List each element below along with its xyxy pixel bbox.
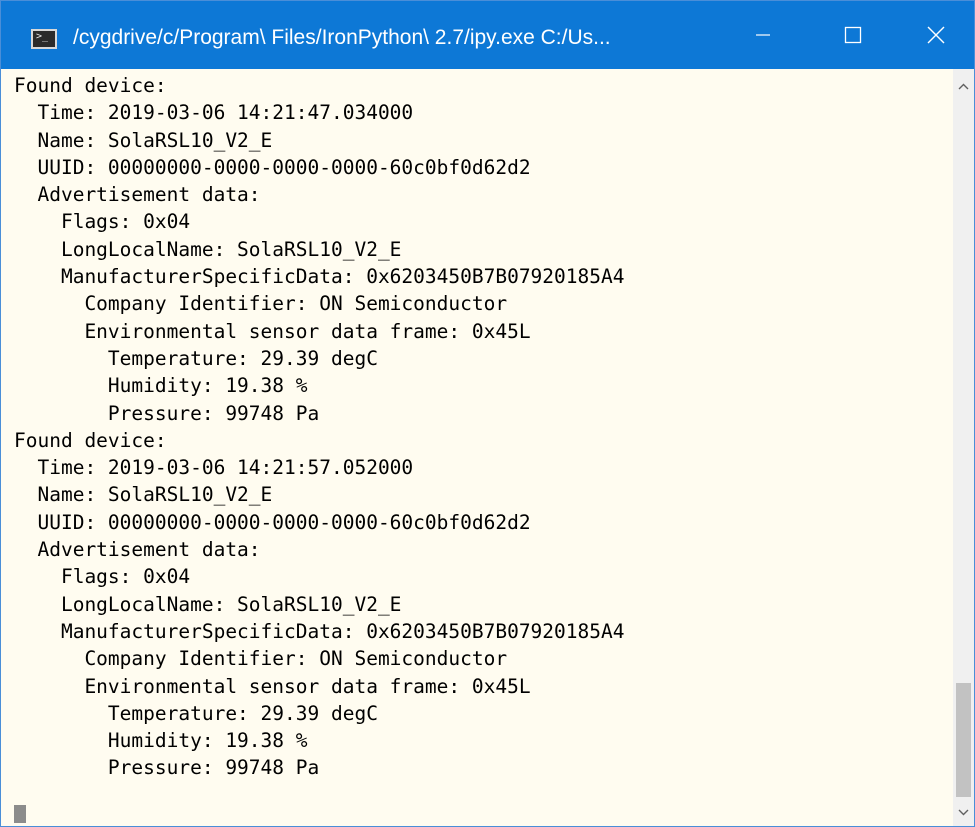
maximize-icon — [844, 26, 862, 44]
console-line: Name: SolaRSL10_V2_E — [14, 128, 273, 152]
console-output: Found device: Time: 2019-03-06 14:21:47.… — [14, 72, 624, 782]
scroll-up-arrow-icon — [958, 83, 969, 89]
console-window: >_ /cygdrive/c/Program\ Files/IronPython… — [0, 0, 975, 827]
text-cursor — [14, 805, 26, 823]
minimize-button[interactable] — [717, 1, 809, 69]
console-line: Found device: — [14, 74, 167, 97]
scroll-down-arrow-icon — [958, 809, 969, 815]
console-line: Advertisement data: — [14, 183, 261, 207]
console-line: Company Identifier: ON Semiconductor — [14, 647, 508, 671]
maximize-button[interactable] — [807, 1, 899, 69]
console-line: Humidity: 19.38 % — [14, 729, 308, 753]
console-line: Humidity: 19.38 % — [14, 374, 308, 398]
console-line: LongLocalName: SolaRSL10_V2_E — [14, 592, 402, 616]
title-bar[interactable]: >_ /cygdrive/c/Program\ Files/IronPython… — [1, 1, 974, 69]
scroll-down-button[interactable] — [953, 801, 974, 823]
console-line: LongLocalName: SolaRSL10_V2_E — [14, 237, 402, 261]
console-line: Temperature: 29.39 degC — [14, 701, 378, 725]
console-output-area[interactable]: Found device: Time: 2019-03-06 14:21:47.… — [1, 69, 953, 826]
console-line: Pressure: 99748 Pa — [14, 401, 320, 425]
console-line: UUID: 00000000-0000-0000-0000-60c0bf0d62… — [14, 510, 531, 534]
console-prompt-glyph: >_ — [36, 31, 49, 42]
console-line: Found device: — [14, 428, 167, 452]
console-line: Name: SolaRSL10_V2_E — [14, 483, 273, 507]
console-line: UUID: 00000000-0000-0000-0000-60c0bf0d62… — [14, 155, 531, 179]
console-line: Flags: 0x04 — [14, 210, 191, 234]
scrollbar-thumb[interactable] — [956, 683, 971, 797]
close-button[interactable] — [897, 1, 974, 69]
window-title: /cygdrive/c/Program\ Files/IronPython\ 2… — [73, 26, 611, 49]
console-line: Time: 2019-03-06 14:21:47.034000 — [14, 101, 414, 125]
console-line: Environmental sensor data frame: 0x45L — [14, 319, 531, 343]
scroll-up-button[interactable] — [953, 75, 974, 97]
console-line: Environmental sensor data frame: 0x45L — [14, 674, 531, 698]
console-app-icon[interactable]: >_ — [31, 29, 57, 49]
console-line: ManufacturerSpecificData: 0x6203450B7B07… — [14, 265, 625, 289]
console-line: ManufacturerSpecificData: 0x6203450B7B07… — [14, 619, 625, 643]
minimize-icon — [756, 34, 770, 36]
console-line: Temperature: 29.39 degC — [14, 346, 378, 370]
console-line: Pressure: 99748 Pa — [14, 756, 320, 780]
console-line: Company Identifier: ON Semiconductor — [14, 292, 508, 316]
close-icon — [927, 26, 944, 44]
console-line: Time: 2019-03-06 14:21:57.052000 — [14, 456, 414, 480]
vertical-scrollbar[interactable] — [953, 69, 974, 826]
console-line: Flags: 0x04 — [14, 565, 191, 589]
console-line: Advertisement data: — [14, 538, 261, 562]
